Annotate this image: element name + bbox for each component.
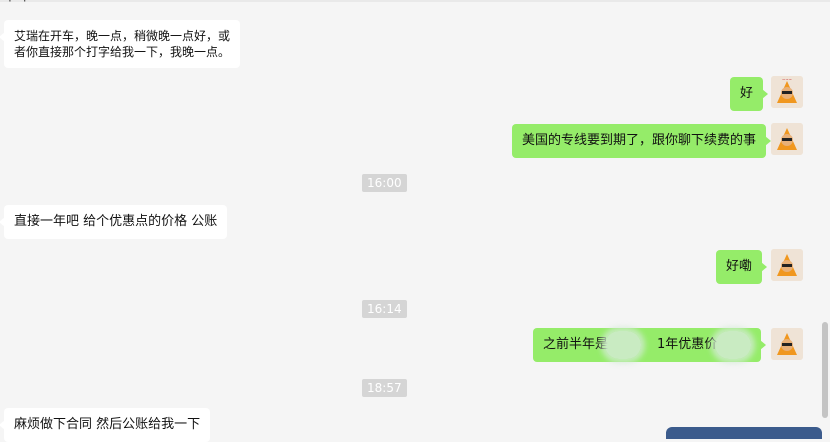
message-bubble-outgoing[interactable]: 好 xyxy=(730,77,769,111)
orange-hooded-avatar-icon[interactable] xyxy=(771,328,803,360)
message-bubble-outgoing[interactable]: 美国的专线要到期了，跟你聊下续费的事 xyxy=(512,124,772,158)
message-text: 好 xyxy=(740,86,754,101)
message-text-part: 之前半年是 xyxy=(543,337,609,352)
message-text: 好嘞 xyxy=(726,259,753,274)
message-text: 艾瑞在开车，晚一点，稍微晚一点好，或者你直接那个打字给我一下，我晚一点。 xyxy=(14,29,231,59)
top-divider xyxy=(0,0,830,2)
timestamp: 16:14 xyxy=(362,300,407,318)
message-text-part: 1年优惠价 xyxy=(657,337,718,352)
message-text: 美国的专线要到期了，跟你聊下续费的事 xyxy=(522,133,757,148)
orange-hooded-avatar-icon[interactable] xyxy=(771,249,803,281)
scrollbar[interactable] xyxy=(822,322,828,418)
message-bubble-outgoing[interactable]: 之前半年是 1年优惠价 xyxy=(533,328,766,362)
chat-message-area[interactable]: · ˈ · 艾瑞在开车，晚一点，稍微晚一点好，或者你直接那个打字给我一下，我晚一… xyxy=(0,0,830,442)
redaction-blur xyxy=(605,331,641,359)
timestamp: 16:00 xyxy=(362,174,407,192)
orange-hooded-avatar-icon[interactable]: ~~~ xyxy=(771,76,803,108)
redaction-blur xyxy=(715,331,751,359)
message-bubble-incoming[interactable]: 麻烦做下合同 然后公账给我一下 xyxy=(0,408,211,442)
svg-text:~~~: ~~~ xyxy=(782,77,792,82)
message-text: 直接一年吧 给个优惠点的价格 公账 xyxy=(14,214,218,229)
message-bubble-incoming[interactable]: 艾瑞在开车，晚一点，稍微晚一点好，或者你直接那个打字给我一下，我晚一点。 xyxy=(0,20,240,68)
timestamp: 18:57 xyxy=(362,379,407,397)
message-bubble-outgoing[interactable]: 好嘞 xyxy=(716,250,768,284)
cropped-top-text: · ˈ · xyxy=(8,0,27,8)
message-text: 麻烦做下合同 然后公账给我一下 xyxy=(14,417,201,432)
orange-hooded-avatar-icon[interactable] xyxy=(771,123,803,155)
message-bubble-incoming[interactable]: 直接一年吧 给个优惠点的价格 公账 xyxy=(0,205,228,239)
new-message-button[interactable] xyxy=(666,427,822,439)
